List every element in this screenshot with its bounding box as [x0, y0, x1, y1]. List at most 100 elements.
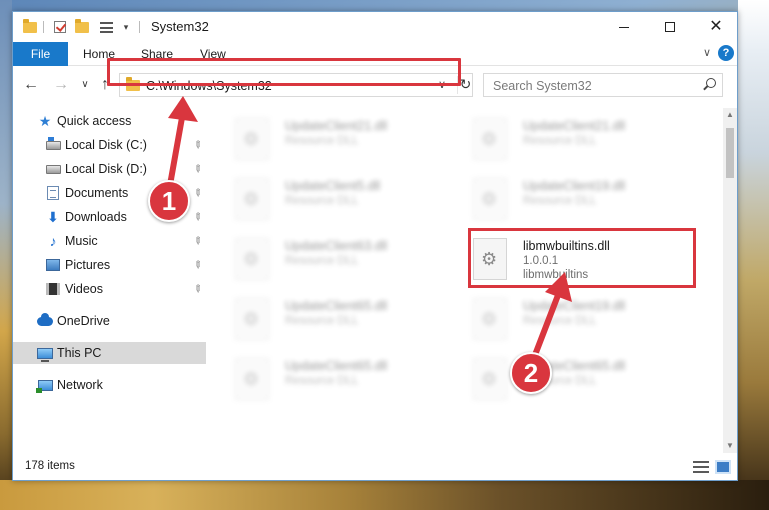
- pin-icon: ✎: [190, 138, 205, 152]
- pin-icon: ✎: [190, 186, 205, 200]
- file-highlight: [468, 228, 696, 288]
- sidebar-item-local-disk-d[interactable]: Local Disk (D:) ✎: [13, 158, 206, 180]
- maximize-button[interactable]: [647, 12, 693, 42]
- sidebar-item-pictures[interactable]: Pictures ✎: [13, 254, 206, 276]
- file-name: UpdateClient21.dll: [523, 119, 626, 133]
- dll-file-icon: [473, 358, 507, 400]
- sidebar-item-label: Local Disk (D:): [65, 162, 147, 176]
- sidebar-item-label: Music: [65, 234, 98, 248]
- file-name: UpdateClient5.dll: [285, 179, 381, 193]
- file-item[interactable]: UpdateClient21.dll Resource DLL: [223, 114, 443, 166]
- folder-icon: [21, 18, 39, 36]
- sidebar-item-network[interactable]: Network: [13, 374, 206, 396]
- pin-icon: ✎: [190, 210, 205, 224]
- title-divider: [139, 21, 140, 33]
- file-item[interactable]: UpdateClient19.dll Resource DLL: [461, 294, 681, 346]
- expand-ribbon-icon[interactable]: ∨: [703, 46, 711, 59]
- file-name: UpdateClient19.dll: [523, 179, 626, 193]
- tab-file[interactable]: File: [13, 42, 68, 66]
- file-item[interactable]: UpdateClient65.dll Resource DLL: [223, 354, 443, 406]
- step-1-badge: 1: [148, 180, 190, 222]
- sidebar-item-music[interactable]: ♪ Music ✎: [13, 230, 206, 252]
- pin-icon: ✎: [190, 258, 205, 272]
- dll-file-icon: [235, 358, 269, 400]
- drive-icon: [45, 162, 61, 176]
- search-box[interactable]: Search System32: [483, 73, 723, 97]
- item-count: 178 items: [25, 460, 75, 472]
- sidebar-item-label: Network: [57, 378, 103, 392]
- file-description: Resource DLL: [285, 315, 359, 327]
- toolbar-divider: [43, 21, 44, 33]
- sidebar-item-label: OneDrive: [57, 314, 110, 328]
- file-description: Resource DLL: [285, 375, 359, 387]
- dll-file-icon: [235, 118, 269, 160]
- network-icon: [35, 378, 53, 393]
- new-folder-icon[interactable]: [73, 18, 91, 36]
- address-bar-highlight: [107, 58, 461, 86]
- file-description: Resource DLL: [523, 195, 597, 207]
- details-view-icon[interactable]: [693, 461, 709, 473]
- dll-file-icon: [235, 178, 269, 220]
- minimize-icon: [619, 26, 629, 28]
- large-icons-view-icon[interactable]: [715, 460, 731, 474]
- sidebar-item-label: Pictures: [65, 258, 111, 272]
- step-2-badge: 2: [510, 352, 552, 394]
- film-icon: [45, 282, 61, 296]
- star-icon: ★: [38, 112, 52, 129]
- vertical-scrollbar[interactable]: ▲ ▼: [723, 108, 737, 453]
- drive-icon: [45, 136, 61, 152]
- file-item[interactable]: UpdateClient65.dll Resource DLL: [223, 294, 443, 346]
- dll-file-icon: [473, 298, 507, 340]
- sidebar-item-local-disk-c[interactable]: Local Disk (C:) ✎: [13, 134, 206, 156]
- minimize-button[interactable]: [601, 12, 647, 42]
- dll-file-icon: [473, 118, 507, 160]
- file-item[interactable]: UpdateClient63.dll Resource DLL: [223, 234, 443, 286]
- maximize-icon: [665, 22, 675, 32]
- close-button[interactable]: ✕: [693, 12, 739, 42]
- scroll-up-icon[interactable]: ▲: [723, 108, 737, 122]
- file-name: UpdateClient21.dll: [285, 119, 388, 133]
- sidebar-item-quick-access[interactable]: ★ Quick access: [13, 110, 206, 132]
- download-arrow-icon: ⬇: [47, 208, 59, 225]
- file-name: UpdateClient65.dll: [285, 299, 388, 313]
- scroll-down-icon[interactable]: ▼: [723, 439, 737, 453]
- desktop-background-bottom: [0, 480, 769, 510]
- sidebar-item-label: Videos: [65, 282, 103, 296]
- dll-file-icon: [235, 298, 269, 340]
- file-description: Resource DLL: [285, 255, 359, 267]
- file-name: UpdateClient19.dll: [523, 299, 626, 313]
- dll-file-icon: [473, 178, 507, 220]
- file-name: UpdateClient63.dll: [285, 239, 388, 253]
- help-icon[interactable]: ?: [718, 45, 734, 61]
- search-placeholder[interactable]: Search System32: [493, 79, 592, 93]
- sidebar-item-label: Quick access: [57, 114, 132, 128]
- status-bar: 178 items: [13, 456, 737, 480]
- file-item[interactable]: UpdateClient65.dll Resource DLL: [461, 354, 681, 406]
- desktop-background-left: [0, 0, 12, 510]
- sidebar-item-onedrive[interactable]: OneDrive: [13, 310, 206, 332]
- back-button[interactable]: ←: [21, 76, 41, 94]
- sidebar-item-this-pc[interactable]: This PC: [13, 342, 206, 364]
- desktop-background-right: [738, 0, 769, 510]
- file-item[interactable]: UpdateClient5.dll Resource DLL: [223, 174, 443, 226]
- file-item[interactable]: UpdateClient19.dll Resource DLL: [461, 174, 681, 226]
- file-description: Resource DLL: [285, 135, 359, 147]
- search-icon[interactable]: [706, 78, 716, 88]
- quick-access-dropdown-icon[interactable]: ▾: [117, 18, 135, 36]
- forward-button[interactable]: →: [51, 76, 71, 94]
- dll-file-icon: [235, 238, 269, 280]
- file-name: UpdateClient65.dll: [285, 359, 388, 373]
- title-bar: ▾ System32 ✕: [13, 12, 737, 42]
- cloud-icon: [37, 312, 53, 328]
- pin-icon: ✎: [190, 282, 205, 296]
- scroll-thumb[interactable]: [726, 128, 734, 178]
- recent-locations-button[interactable]: ∨: [75, 79, 95, 90]
- properties-check-icon[interactable]: [51, 18, 69, 36]
- file-item[interactable]: UpdateClient21.dll Resource DLL: [461, 114, 681, 166]
- sidebar-item-label: Documents: [65, 186, 129, 200]
- sidebar-item-videos[interactable]: Videos ✎: [13, 278, 206, 300]
- file-description: Resource DLL: [285, 195, 359, 207]
- sidebar-item-label: This PC: [57, 346, 102, 360]
- file-description: Resource DLL: [523, 315, 597, 327]
- customize-toolbar-icon[interactable]: [97, 18, 115, 36]
